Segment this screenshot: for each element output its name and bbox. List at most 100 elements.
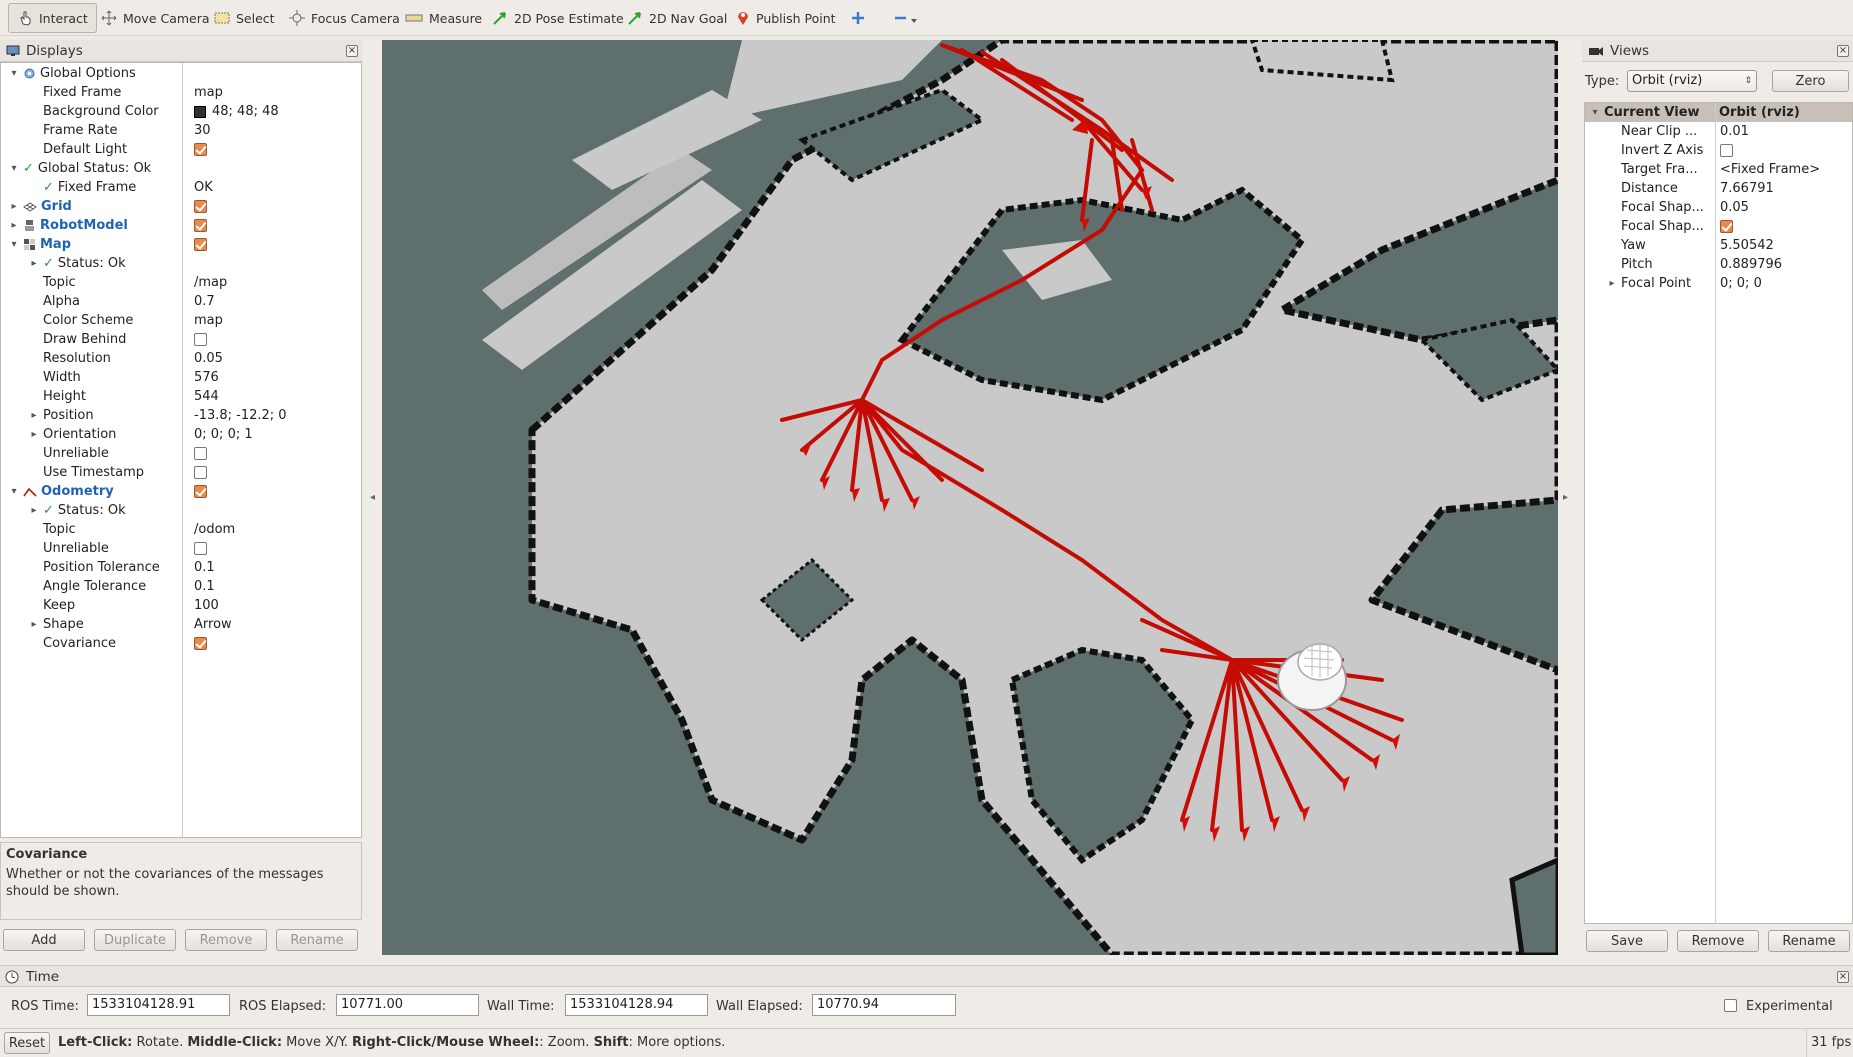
display-row-odometry-topic[interactable]: Topic/odom <box>1 520 361 539</box>
pose-estimate-tool-button[interactable]: 2D Pose Estimate <box>483 3 633 33</box>
focus-camera-tool-button[interactable]: Focus Camera <box>280 3 409 33</box>
expand-arrow-icon[interactable]: ▾ <box>9 235 19 254</box>
display-row-value[interactable]: OK <box>194 178 213 197</box>
expand-arrow-icon[interactable]: ▸ <box>29 615 39 634</box>
enable-checkbox[interactable] <box>194 219 207 232</box>
view-row-value[interactable]: 5.50542 <box>1720 236 1774 255</box>
display-row-odometry-position-tolerance[interactable]: Position Tolerance 0.1 <box>1 558 361 577</box>
view-row-yaw[interactable]: Yaw 5.50542 <box>1585 236 1852 255</box>
remove-display-button[interactable]: Remove <box>185 929 267 951</box>
expand-arrow-icon[interactable]: ▸ <box>29 425 39 444</box>
experimental-checkbox[interactable] <box>1724 999 1737 1012</box>
display-row-grid-display[interactable]: ▸ Grid <box>1 197 361 216</box>
rename-view-button[interactable]: Rename <box>1768 930 1850 952</box>
select-tool-button[interactable]: Select <box>205 3 284 33</box>
expand-arrow-icon[interactable]: ▾ <box>9 482 19 501</box>
zero-view-button[interactable]: Zero <box>1772 70 1849 92</box>
display-row-map-alpha[interactable]: Alpha 0.7 <box>1 292 361 311</box>
view-row-value[interactable]: 0; 0; 0 <box>1720 274 1762 293</box>
display-row-fixed-frame[interactable]: Fixed Frame map <box>1 83 361 102</box>
display-row-map-draw-behind[interactable]: Draw Behind <box>1 330 361 349</box>
display-row-frame-rate[interactable]: Frame Rate 30 <box>1 121 361 140</box>
view-row-value[interactable]: 0.01 <box>1720 122 1749 141</box>
publish-point-tool-button[interactable]: Publish Point <box>727 3 845 33</box>
enable-checkbox[interactable] <box>194 333 207 346</box>
expand-arrow-icon[interactable]: ▾ <box>9 159 19 178</box>
enable-checkbox[interactable] <box>194 466 207 479</box>
view-row-distance[interactable]: Distance 7.66791 <box>1585 179 1852 198</box>
display-row-global-options[interactable]: ▾ Global Options <box>1 64 361 83</box>
display-row-value[interactable]: 0; 0; 0; 1 <box>194 425 253 444</box>
display-row-odometry-display[interactable]: ▾ Odometry <box>1 482 361 501</box>
expand-arrow-icon[interactable]: ▾ <box>9 64 19 83</box>
display-row-value[interactable]: map <box>194 83 223 102</box>
view-row-focal-point[interactable]: ▸ Focal Point 0; 0; 0 <box>1585 274 1852 293</box>
display-row-map-width[interactable]: Width 576 <box>1 368 361 387</box>
view-row-value[interactable]: <Fixed Frame> <box>1720 160 1820 179</box>
display-row-background-color[interactable]: Background Color 48; 48; 48 <box>1 102 361 121</box>
expand-arrow-icon[interactable]: ▸ <box>9 216 19 235</box>
display-row-map-unreliable[interactable]: Unreliable <box>1 444 361 463</box>
display-row-odometry-unreliable[interactable]: Unreliable <box>1 539 361 558</box>
add-tool-button[interactable] <box>842 3 874 33</box>
nav-goal-tool-button[interactable]: 2D Nav Goal <box>618 3 736 33</box>
view-row-pitch[interactable]: Pitch 0.889796 <box>1585 255 1852 274</box>
display-row-map-use-timestamp[interactable]: Use Timestamp <box>1 463 361 482</box>
view-row-value[interactable]: 7.66791 <box>1720 179 1774 198</box>
display-row-value[interactable]: -13.8; -12.2; 0 <box>194 406 287 425</box>
display-row-value[interactable]: Arrow <box>194 615 232 634</box>
display-row-map-position[interactable]: ▸ Position -13.8; -12.2; 0 <box>1 406 361 425</box>
display-row-value[interactable]: 576 <box>194 368 219 387</box>
view-row-target-frame[interactable]: Target Fra... <Fixed Frame> <box>1585 160 1852 179</box>
display-row-value[interactable]: 0.05 <box>194 349 223 368</box>
render-viewport-3d[interactable] <box>382 40 1558 955</box>
expand-arrow-icon[interactable]: ▸ <box>1607 274 1617 293</box>
left-collapse-icon[interactable]: ◂ <box>370 492 375 503</box>
display-row-fixed-frame-status[interactable]: ✓ Fixed Frame OK <box>1 178 361 197</box>
display-row-odometry-angle-tolerance[interactable]: Angle Tolerance 0.1 <box>1 577 361 596</box>
display-row-value[interactable]: 0.1 <box>194 558 215 577</box>
remove-tool-dropdown[interactable] <box>884 3 928 33</box>
view-row-near-clip[interactable]: Near Clip ... 0.01 <box>1585 122 1852 141</box>
display-row-value[interactable]: /map <box>194 273 227 292</box>
view-type-select[interactable]: Orbit (rviz) ⇕ <box>1627 70 1757 92</box>
duplicate-display-button[interactable]: Duplicate <box>94 929 176 951</box>
view-row-focal-shape-fixed[interactable]: Focal Shap... <box>1585 217 1852 236</box>
views-close-icon[interactable]: × <box>1837 45 1849 57</box>
enable-checkbox[interactable] <box>194 542 207 555</box>
current-view-row[interactable]: ▾ Current View Orbit (rviz) <box>1585 103 1852 122</box>
displays-close-icon[interactable]: × <box>346 45 358 57</box>
interact-tool-button[interactable]: Interact <box>8 3 97 33</box>
display-row-odometry-covariance[interactable]: Covariance <box>1 634 361 653</box>
move-camera-tool-button[interactable]: Move Camera <box>92 3 219 33</box>
view-row-focal-shape-size[interactable]: Focal Shap... 0.05 <box>1585 198 1852 217</box>
display-row-robotmodel-display[interactable]: ▸ RobotModel <box>1 216 361 235</box>
display-row-map-height[interactable]: Height 544 <box>1 387 361 406</box>
expand-arrow-icon[interactable]: ▸ <box>29 254 39 273</box>
ros-elapsed-field[interactable]: 10771.00 <box>336 994 479 1016</box>
view-row-value[interactable]: 0.889796 <box>1720 255 1782 274</box>
ros-time-field[interactable]: 1533104128.91 <box>87 994 230 1016</box>
view-checkbox[interactable] <box>1720 220 1733 233</box>
remove-view-button[interactable]: Remove <box>1677 930 1759 952</box>
rename-display-button[interactable]: Rename <box>276 929 358 951</box>
display-row-global-status[interactable]: ▾ ✓ Global Status: Ok <box>1 159 361 178</box>
display-row-odometry-keep[interactable]: Keep 100 <box>1 596 361 615</box>
right-collapse-icon[interactable]: ▸ <box>1563 492 1568 503</box>
add-display-button[interactable]: Add <box>3 929 85 951</box>
expand-arrow-icon[interactable]: ▸ <box>29 501 39 520</box>
display-row-map-topic[interactable]: Topic/map <box>1 273 361 292</box>
display-row-map-orientation[interactable]: ▸ Orientation 0; 0; 0; 1 <box>1 425 361 444</box>
color-swatch[interactable] <box>194 105 206 118</box>
time-close-icon[interactable]: × <box>1837 971 1849 983</box>
display-row-default-light[interactable]: Default Light <box>1 140 361 159</box>
expand-arrow-icon[interactable]: ▾ <box>1590 107 1600 118</box>
display-row-map-display[interactable]: ▾ Map <box>1 235 361 254</box>
display-row-value[interactable]: 48; 48; 48 <box>212 102 279 121</box>
view-row-invert-z-axis[interactable]: Invert Z Axis <box>1585 141 1852 160</box>
display-row-map-status[interactable]: ▸ ✓ Status: Ok <box>1 254 361 273</box>
enable-checkbox[interactable] <box>194 143 207 156</box>
wall-elapsed-field[interactable]: 10770.94 <box>812 994 956 1016</box>
enable-checkbox[interactable] <box>194 238 207 251</box>
enable-checkbox[interactable] <box>194 637 207 650</box>
